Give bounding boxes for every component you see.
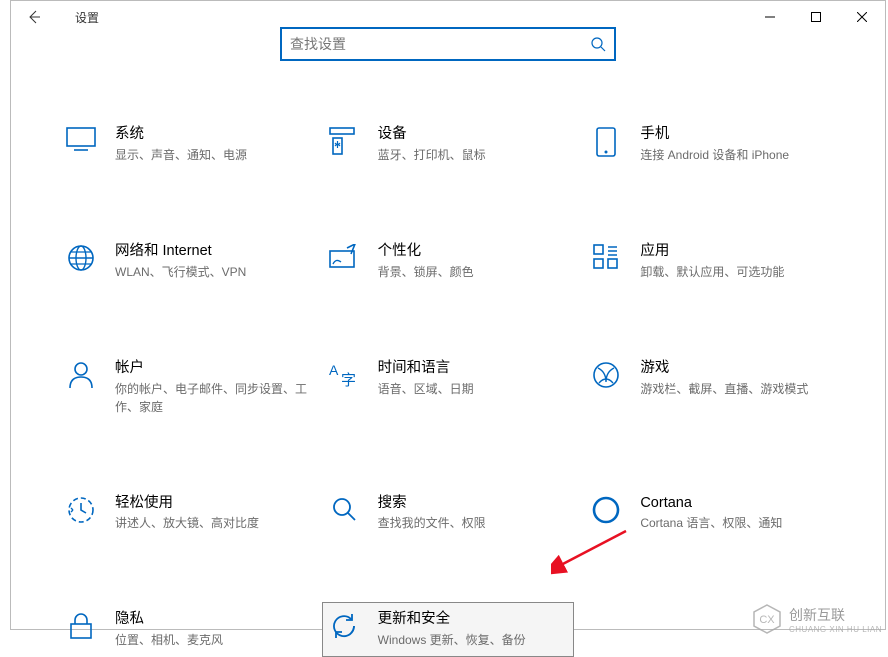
tile-desc: 你的帐户、电子邮件、同步设置、工作、家庭 (115, 380, 308, 416)
tile-title: 帐户 (115, 359, 308, 378)
lock-icon (63, 612, 99, 640)
tile-phone[interactable]: 手机 连接 Android 设备和 iPhone (584, 117, 837, 172)
tile-desc: 背景、锁屏、颜色 (378, 263, 571, 281)
tile-title: 轻松使用 (115, 494, 308, 513)
search-icon (590, 36, 606, 52)
back-button[interactable] (11, 1, 57, 33)
tile-privacy[interactable]: 隐私 位置、相机、麦克风 (59, 602, 312, 657)
tile-apps[interactable]: 应用 卸载、默认应用、可选功能 (584, 234, 837, 289)
tile-accounts[interactable]: 帐户 你的帐户、电子邮件、同步设置、工作、家庭 (59, 351, 312, 424)
globe-icon (63, 244, 99, 272)
maximize-icon (811, 12, 821, 22)
language-icon: A字 (326, 361, 362, 389)
tile-update-security[interactable]: 更新和安全 Windows 更新、恢复、备份 (322, 602, 575, 657)
update-icon (326, 612, 362, 640)
tile-title: 个性化 (378, 242, 571, 261)
devices-icon (326, 127, 362, 155)
system-icon (63, 127, 99, 151)
window-title: 设置 (57, 9, 99, 26)
tile-desc: 语音、区域、日期 (378, 380, 571, 398)
tile-desc: 位置、相机、麦克风 (115, 631, 308, 649)
page-edge (0, 0, 10, 641)
ease-icon (63, 496, 99, 524)
watermark: CX 创新互联 CHUANG XIN HU LIAN (751, 603, 882, 635)
tile-title: Cortana (640, 494, 833, 513)
tile-title: 隐私 (115, 610, 308, 629)
window-controls (747, 1, 885, 33)
tile-title: 设备 (378, 125, 571, 144)
tile-desc: 讲述人、放大镜、高对比度 (115, 514, 308, 532)
watermark-brand: 创新互联 (789, 605, 882, 625)
tile-title: 搜索 (378, 494, 571, 513)
tile-devices[interactable]: 设备 蓝牙、打印机、鼠标 (322, 117, 575, 172)
tile-desc: 连接 Android 设备和 iPhone (640, 146, 833, 164)
phone-icon (588, 127, 624, 157)
tile-desc: 卸载、默认应用、可选功能 (640, 263, 833, 281)
magnifier-icon (326, 496, 362, 522)
watermark-sub: CHUANG XIN HU LIAN (789, 625, 882, 634)
apps-icon (588, 244, 624, 270)
tile-title: 手机 (640, 125, 833, 144)
search-input[interactable] (290, 36, 590, 52)
tile-desc: Cortana 语言、权限、通知 (640, 514, 833, 532)
watermark-logo: CX (751, 603, 783, 635)
tile-desc: Windows 更新、恢复、备份 (378, 631, 571, 649)
tile-desc: 查找我的文件、权限 (378, 514, 571, 532)
paintbrush-icon (326, 244, 362, 270)
settings-grid: 系统 显示、声音、通知、电源 设备 蓝牙、打印机、鼠标 手机 连接 Androi… (11, 117, 885, 657)
back-icon (26, 9, 42, 25)
tile-time-language[interactable]: A字 时间和语言 语音、区域、日期 (322, 351, 575, 424)
svg-text:CX: CX (759, 614, 775, 626)
tile-title: 时间和语言 (378, 359, 571, 378)
cortana-icon (588, 496, 624, 524)
tile-cortana[interactable]: Cortana Cortana 语言、权限、通知 (584, 486, 837, 541)
tile-title: 网络和 Internet (115, 242, 308, 261)
minimize-button[interactable] (747, 1, 793, 33)
title-bar: 设置 (11, 1, 885, 33)
tile-desc: 显示、声音、通知、电源 (115, 146, 308, 164)
tile-search[interactable]: 搜索 查找我的文件、权限 (322, 486, 575, 541)
close-button[interactable] (839, 1, 885, 33)
tile-desc: WLAN、飞行模式、VPN (115, 263, 308, 281)
tile-personalization[interactable]: 个性化 背景、锁屏、颜色 (322, 234, 575, 289)
tile-title: 游戏 (640, 359, 833, 378)
tile-system[interactable]: 系统 显示、声音、通知、电源 (59, 117, 312, 172)
tile-title: 应用 (640, 242, 833, 261)
settings-window: 设置 (10, 0, 886, 630)
tile-desc: 游戏栏、截屏、直播、游戏模式 (640, 380, 833, 398)
tile-gaming[interactable]: 游戏 游戏栏、截屏、直播、游戏模式 (584, 351, 837, 424)
tile-title: 更新和安全 (378, 610, 571, 629)
xbox-icon (588, 361, 624, 389)
maximize-button[interactable] (793, 1, 839, 33)
close-icon (857, 12, 867, 22)
svg-text:字: 字 (341, 372, 356, 389)
minimize-icon (765, 12, 775, 22)
svg-text:A: A (329, 362, 339, 378)
tile-network[interactable]: 网络和 Internet WLAN、飞行模式、VPN (59, 234, 312, 289)
person-icon (63, 361, 99, 389)
tile-ease-of-access[interactable]: 轻松使用 讲述人、放大镜、高对比度 (59, 486, 312, 541)
tile-desc: 蓝牙、打印机、鼠标 (378, 146, 571, 164)
tile-title: 系统 (115, 125, 308, 144)
